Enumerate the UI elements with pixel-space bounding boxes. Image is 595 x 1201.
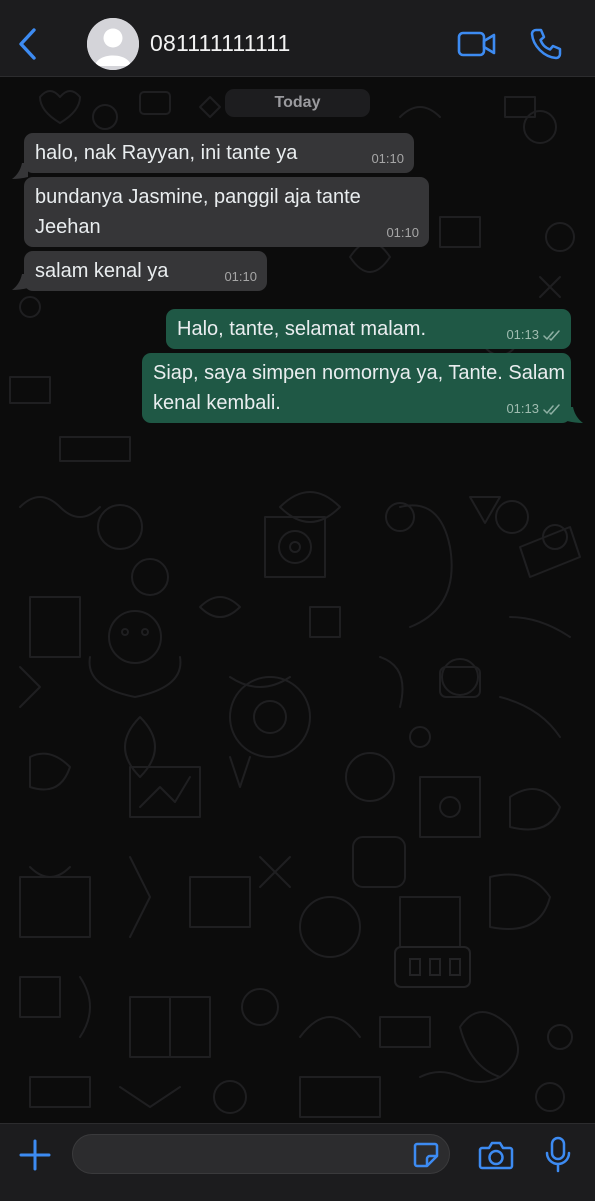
message-meta: 01:10 xyxy=(224,270,257,284)
message-meta: 01:10 xyxy=(386,226,419,240)
message-input[interactable] xyxy=(72,1134,450,1174)
video-camera-icon xyxy=(457,31,496,57)
phone-icon xyxy=(530,28,562,60)
attach-button[interactable] xyxy=(18,1138,52,1172)
message-meta: 01:13 xyxy=(506,402,561,416)
message-input-bar xyxy=(0,1123,595,1201)
message-text: halo, nak Rayyan, ini tante ya xyxy=(35,142,298,164)
camera-icon xyxy=(478,1141,514,1170)
video-call-button[interactable] xyxy=(456,28,498,60)
message-bubble-outgoing[interactable]: Halo, tante, selamat malam. 01:13 xyxy=(166,309,571,349)
message-time: 01:10 xyxy=(371,151,404,166)
microphone-button[interactable] xyxy=(544,1136,572,1174)
avatar[interactable] xyxy=(87,18,139,70)
message-time: 01:10 xyxy=(386,225,419,240)
chevron-left-icon xyxy=(19,28,36,60)
message-bubble-incoming[interactable]: salam kenal ya 01:10 xyxy=(24,251,267,291)
double-check-icon xyxy=(543,329,560,341)
camera-button[interactable] xyxy=(478,1138,514,1172)
message-bubble-incoming[interactable]: bundanya Jasmine, panggil aja tante Jeeh… xyxy=(24,177,429,247)
sticker-icon xyxy=(413,1142,439,1168)
back-button[interactable] xyxy=(10,24,46,64)
message-bubble-outgoing[interactable]: Siap, saya simpen nomornya ya, Tante. Sa… xyxy=(142,353,571,423)
message-bubble-incoming[interactable]: halo, nak Rayyan, ini tante ya 01:10 xyxy=(24,133,414,173)
chat-header: 081111111111 xyxy=(0,0,595,77)
plus-icon xyxy=(19,1139,51,1171)
message-text: Halo, tante, selamat malam. xyxy=(177,318,426,340)
voice-call-button[interactable] xyxy=(528,26,564,62)
message-time: 01:13 xyxy=(506,327,539,342)
message-meta: 01:13 xyxy=(506,328,561,342)
microphone-icon xyxy=(545,1136,571,1173)
message-time: 01:13 xyxy=(506,401,539,416)
date-separator: Today xyxy=(225,89,370,117)
default-person-avatar xyxy=(87,18,139,70)
message-meta: 01:10 xyxy=(371,152,404,166)
double-check-icon xyxy=(543,403,560,415)
contact-name[interactable]: 081111111111 xyxy=(150,30,291,57)
message-time: 01:10 xyxy=(224,269,257,284)
sticker-button[interactable] xyxy=(412,1141,440,1169)
chat-area[interactable]: Today halo, nak Rayyan, ini tante ya 01:… xyxy=(0,77,595,1123)
message-text: bundanya Jasmine, panggil aja tante Jeeh… xyxy=(35,186,367,238)
